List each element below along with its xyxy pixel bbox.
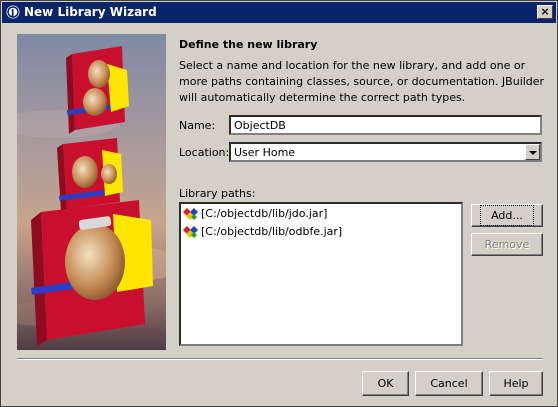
book-top xyxy=(66,46,129,134)
title-bar[interactable]: J New Library Wizard × xyxy=(2,2,556,23)
help-button[interactable]: Help xyxy=(489,371,543,396)
name-label: Name: xyxy=(179,119,216,132)
chevron-down-icon[interactable] xyxy=(525,144,540,160)
library-archive-icon xyxy=(183,226,198,238)
book-bottom xyxy=(30,200,153,346)
library-path-text: [C:/objectdb/lib/jdo.jar] xyxy=(201,207,328,220)
ok-button[interactable]: OK xyxy=(362,371,409,396)
page-heading: Define the new library xyxy=(179,38,318,51)
java-cup-icon: J xyxy=(6,5,20,19)
cancel-button[interactable]: Cancel xyxy=(415,371,483,396)
window-title: New Library Wizard xyxy=(24,5,157,19)
remove-path-button[interactable]: Remove xyxy=(471,233,543,256)
close-button[interactable]: × xyxy=(537,5,553,19)
close-icon: × xyxy=(540,5,550,18)
add-path-button-label: Add... xyxy=(480,205,534,226)
location-label: Location: xyxy=(179,146,230,159)
name-input[interactable] xyxy=(229,115,542,135)
library-archive-icon xyxy=(183,208,198,220)
svg-text:J: J xyxy=(10,9,14,19)
page-description: Select a name and location for the new l… xyxy=(179,59,545,104)
footer-separator xyxy=(17,358,543,360)
list-item[interactable]: [C:/objectdb/lib/odbfe.jar] xyxy=(183,224,453,240)
book-middle xyxy=(57,138,123,212)
location-value: User Home xyxy=(234,146,296,159)
list-item[interactable]: [C:/objectdb/lib/jdo.jar] xyxy=(183,206,453,222)
add-path-button[interactable]: Add... xyxy=(471,204,543,227)
library-paths-list[interactable]: [C:/objectdb/lib/jdo.jar] [C:/objectdb/l… xyxy=(179,202,463,346)
wizard-illustration xyxy=(17,34,166,350)
library-paths-label: Library paths: xyxy=(179,187,256,200)
new-library-wizard-dialog: J New Library Wizard × Define the new li… xyxy=(0,0,558,407)
library-path-text: [C:/objectdb/lib/odbfe.jar] xyxy=(201,225,343,238)
location-select[interactable]: User Home xyxy=(229,142,542,162)
